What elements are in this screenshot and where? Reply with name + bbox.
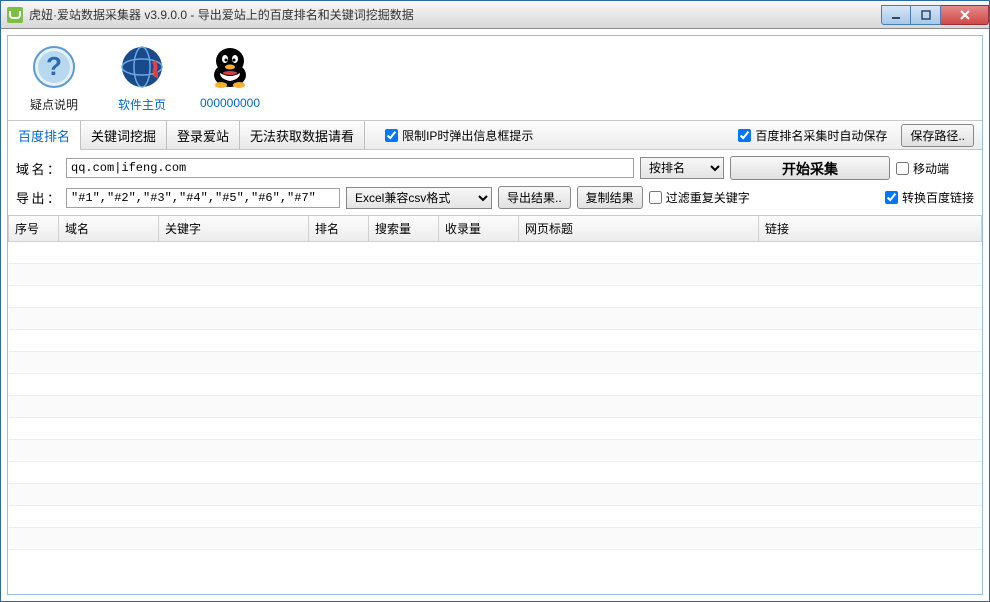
close-button[interactable] <box>941 5 989 25</box>
save-path-button[interactable]: 保存路径.. <box>901 124 974 147</box>
help-button[interactable]: ? 疑点说明 <box>24 42 84 113</box>
table-row[interactable] <box>9 352 982 374</box>
help-icon: ? <box>29 42 79 92</box>
svg-text:?: ? <box>46 51 62 81</box>
help-label: 疑点说明 <box>30 96 78 113</box>
tab-bar: 百度排名 关键词挖掘 登录爱站 无法获取数据请看 限制IP时弹出信息框提示 百度… <box>8 120 982 150</box>
table-row[interactable] <box>9 440 982 462</box>
col-domain[interactable]: 域名 <box>59 216 159 242</box>
tab-cannot-fetch[interactable]: 无法获取数据请看 <box>240 121 365 149</box>
mobile-label: 移动端 <box>913 160 949 177</box>
export-result-button[interactable]: 导出结果.. <box>498 186 571 209</box>
filter-dup-checkbox[interactable]: 过滤重复关键字 <box>649 189 750 206</box>
home-label: 软件主页 <box>118 96 166 113</box>
app-icon <box>7 7 23 23</box>
table-row[interactable] <box>9 242 982 264</box>
filter-dup-label: 过滤重复关键字 <box>666 189 750 206</box>
table-row[interactable] <box>9 462 982 484</box>
toolbar: ? 疑点说明 软件主页 <box>8 36 982 120</box>
table-row[interactable] <box>9 308 982 330</box>
col-indexed[interactable]: 收录量 <box>439 216 519 242</box>
home-button[interactable]: 软件主页 <box>112 42 172 113</box>
minimize-button[interactable] <box>881 5 911 25</box>
table-row[interactable] <box>9 264 982 286</box>
table-row[interactable] <box>9 396 982 418</box>
export-row: 导出： Excel兼容csv格式 导出结果.. 复制结果 过滤重复关键字 转换百… <box>16 186 974 209</box>
table-row[interactable] <box>9 418 982 440</box>
table-row[interactable] <box>9 484 982 506</box>
col-title[interactable]: 网页标题 <box>519 216 759 242</box>
col-link[interactable]: 链接 <box>759 216 982 242</box>
convert-link-label: 转换百度链接 <box>902 189 974 206</box>
col-rank[interactable]: 排名 <box>309 216 369 242</box>
auto-save-input[interactable] <box>738 129 751 142</box>
form-area: 域名： 按排名 开始采集 移动端 导出： Excel兼容csv格式 <box>8 150 982 216</box>
mobile-input[interactable] <box>896 162 909 175</box>
limit-ip-checkbox[interactable]: 限制IP时弹出信息框提示 <box>385 127 533 144</box>
qq-label: 000000000 <box>200 96 260 110</box>
content-area: ? 疑点说明 软件主页 <box>1 29 989 601</box>
convert-link-input[interactable] <box>885 191 898 204</box>
tab-login[interactable]: 登录爱站 <box>167 121 240 149</box>
window-buttons <box>881 5 989 25</box>
auto-save-label: 百度排名采集时自动保存 <box>755 127 887 144</box>
convert-link-checkbox[interactable]: 转换百度链接 <box>885 189 974 206</box>
col-search[interactable]: 搜索量 <box>369 216 439 242</box>
copy-result-button[interactable]: 复制结果 <box>577 186 643 209</box>
app-window: 虎妞·爱站数据采集器 v3.9.0.0 - 导出爱站上的百度排名和关键词挖掘数据 <box>0 0 990 602</box>
globe-icon <box>117 42 167 92</box>
col-keyword[interactable]: 关键字 <box>159 216 309 242</box>
sort-select[interactable]: 按排名 <box>640 157 724 179</box>
table-row[interactable] <box>9 528 982 550</box>
window-title: 虎妞·爱站数据采集器 v3.9.0.0 - 导出爱站上的百度排名和关键词挖掘数据 <box>29 6 881 23</box>
export-label: 导出： <box>16 188 60 207</box>
table-row[interactable] <box>9 506 982 528</box>
table-row[interactable] <box>9 330 982 352</box>
domain-input[interactable] <box>66 158 634 178</box>
inner-panel: ? 疑点说明 软件主页 <box>7 35 983 595</box>
limit-ip-label: 限制IP时弹出信息框提示 <box>402 127 533 144</box>
qq-icon <box>205 42 255 92</box>
limit-ip-input[interactable] <box>385 129 398 142</box>
mobile-checkbox[interactable]: 移动端 <box>896 160 949 177</box>
data-grid: 序号 域名 关键字 排名 搜索量 收录量 网页标题 链接 <box>8 216 982 550</box>
domain-row: 域名： 按排名 开始采集 移动端 <box>16 156 974 180</box>
table-header-row: 序号 域名 关键字 排名 搜索量 收录量 网页标题 链接 <box>9 216 982 242</box>
qq-button[interactable]: 000000000 <box>200 42 260 110</box>
auto-save-checkbox[interactable]: 百度排名采集时自动保存 <box>738 127 887 144</box>
maximize-button[interactable] <box>911 5 941 25</box>
tab-keyword-mining[interactable]: 关键词挖掘 <box>81 121 167 149</box>
data-grid-wrap[interactable]: 序号 域名 关键字 排名 搜索量 收录量 网页标题 链接 <box>8 216 982 594</box>
table-row[interactable] <box>9 286 982 308</box>
start-collect-button[interactable]: 开始采集 <box>730 156 890 180</box>
domain-label: 域名： <box>16 159 60 178</box>
filter-dup-input[interactable] <box>649 191 662 204</box>
export-template-input[interactable] <box>66 188 340 208</box>
table-row[interactable] <box>9 374 982 396</box>
format-select[interactable]: Excel兼容csv格式 <box>346 187 492 209</box>
col-seq[interactable]: 序号 <box>9 216 59 242</box>
titlebar[interactable]: 虎妞·爱站数据采集器 v3.9.0.0 - 导出爱站上的百度排名和关键词挖掘数据 <box>1 1 989 29</box>
tab-baidu-rank[interactable]: 百度排名 <box>8 121 81 150</box>
